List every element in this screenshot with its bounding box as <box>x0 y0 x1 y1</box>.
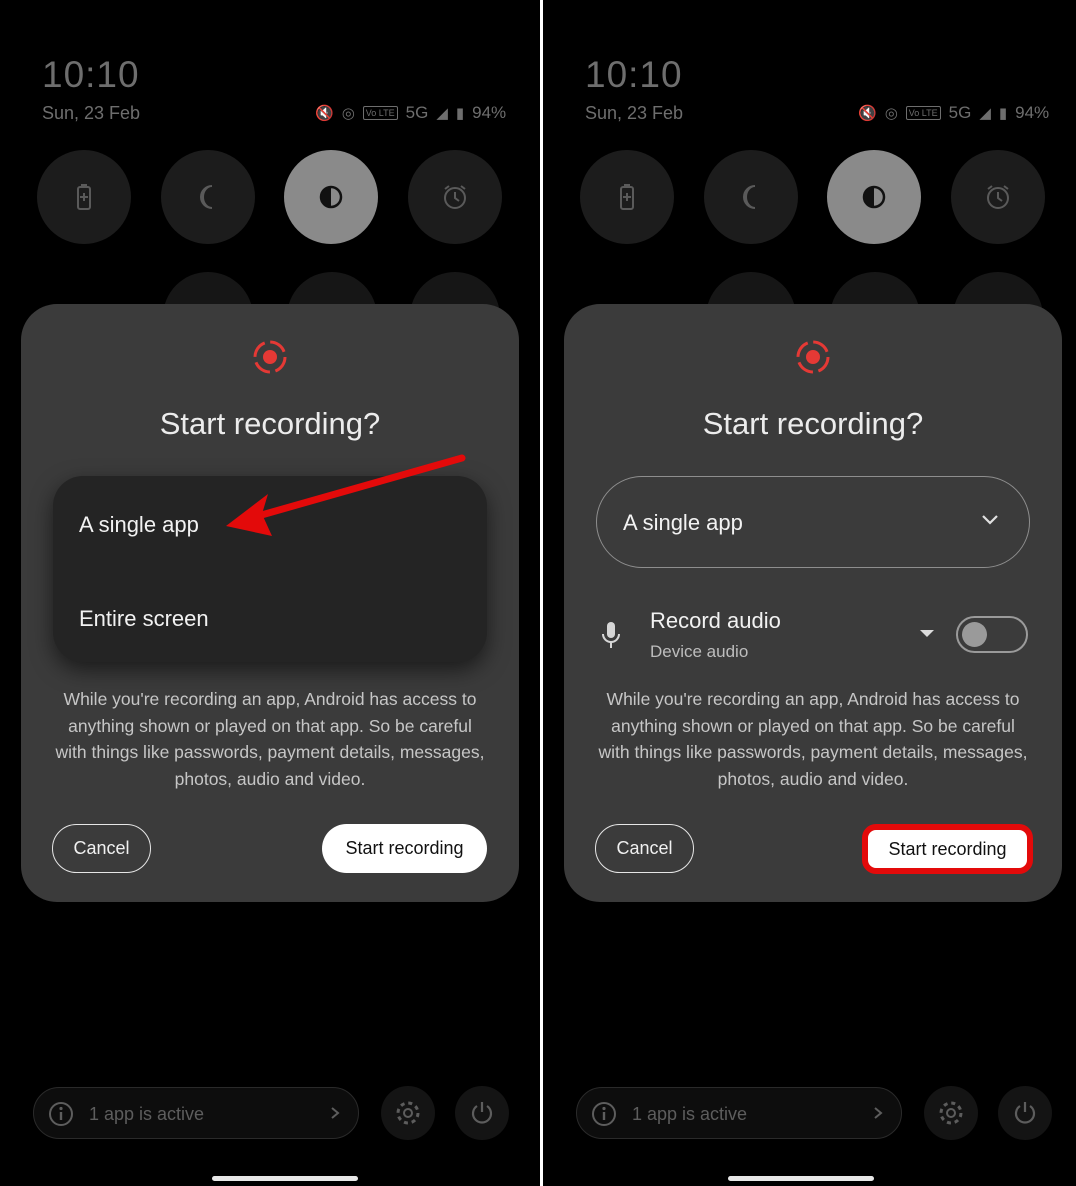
battery-icon: ▮ <box>455 105 465 122</box>
battery-percent: 94% <box>1015 103 1050 122</box>
recording-dialog: Start recording? A single app Entire scr… <box>21 304 519 902</box>
dialog-title: Start recording? <box>159 406 381 441</box>
record-audio-row: Record audio Device audio <box>594 606 1034 666</box>
toggle-knob <box>962 622 987 647</box>
battery-saver-tile[interactable] <box>37 150 131 244</box>
alarm-tile[interactable] <box>408 150 502 244</box>
battery-icon: ▮ <box>998 105 1008 122</box>
left-screenshot-panel: 10:10 Sun, 23 Feb 🔇 ◎ Vo LTE 5G ◢ ▮ 94% … <box>0 0 540 1186</box>
status-icons: 🔇 ◎ Vo LTE 5G ◢ ▮ 94% <box>315 103 506 123</box>
settings-button[interactable] <box>924 1086 978 1140</box>
chevron-right-icon <box>331 1107 340 1119</box>
dark-mode-tile[interactable] <box>284 150 378 244</box>
battery-saver-tile[interactable] <box>580 150 674 244</box>
alarm-icon <box>444 185 466 209</box>
power-icon <box>1014 1102 1036 1124</box>
power-icon <box>471 1102 493 1124</box>
privacy-warning: While you're recording an app, Android h… <box>598 689 1028 789</box>
dark-mode-icon <box>319 185 343 209</box>
network-label: 5G <box>948 103 972 122</box>
active-apps-label: 1 app is active <box>632 1104 748 1124</box>
recording-dialog: Start recording? A single app Record aud… <box>564 304 1062 902</box>
dialog-title: Start recording? <box>702 406 924 441</box>
record-audio-toggle[interactable] <box>956 616 1028 653</box>
active-apps-pill[interactable]: 1 app is active <box>576 1087 902 1139</box>
option-entire-screen[interactable]: Entire screen <box>79 606 209 632</box>
active-apps-pill[interactable]: 1 app is active <box>33 1087 359 1139</box>
clock-time: 10:10 <box>585 54 683 95</box>
capture-mode-dropdown[interactable]: A single app <box>596 476 1030 568</box>
selected-capture-mode: A single app <box>623 510 743 535</box>
hotspot-icon: ◎ <box>341 105 355 122</box>
screen-record-icon <box>796 340 830 374</box>
battery-saver-icon <box>77 184 91 210</box>
screen-record-icon <box>253 340 287 374</box>
gear-icon <box>939 1101 963 1125</box>
start-recording-button[interactable]: Start recording <box>322 824 487 873</box>
signal-icon: ◢ <box>436 105 448 122</box>
network-label: 5G <box>405 103 429 122</box>
status-date: Sun, 23 Feb <box>42 103 141 123</box>
power-button[interactable] <box>998 1086 1052 1140</box>
audio-source-dropdown-icon[interactable] <box>920 630 934 637</box>
settings-button[interactable] <box>381 1086 435 1140</box>
start-recording-label: Start recording <box>876 832 1019 866</box>
dark-mode-tile[interactable] <box>827 150 921 244</box>
microphone-icon <box>602 622 620 648</box>
night-mode-tile[interactable] <box>704 150 798 244</box>
night-mode-icon <box>200 185 213 209</box>
home-indicator[interactable] <box>212 1176 358 1181</box>
cancel-button[interactable]: Cancel <box>52 824 151 873</box>
hotspot-icon: ◎ <box>884 105 898 122</box>
active-apps-label: 1 app is active <box>89 1104 205 1124</box>
power-button[interactable] <box>455 1086 509 1140</box>
chevron-right-icon <box>874 1107 883 1119</box>
start-recording-button[interactable]: Start recording <box>862 824 1033 874</box>
audio-source-label: Device audio <box>650 642 749 661</box>
alarm-icon <box>987 185 1009 209</box>
right-screenshot-panel: 10:10 Sun, 23 Feb 🔇 ◎ Vo LTE 5G ◢ ▮ 94% … <box>543 0 1076 1186</box>
info-icon <box>49 1102 73 1126</box>
info-icon <box>592 1102 616 1126</box>
status-icons: 🔇 ◎ Vo LTE 5G ◢ ▮ 94% <box>858 103 1049 123</box>
night-mode-icon <box>743 185 756 209</box>
volte-icon: Vo LTE <box>905 106 941 120</box>
status-date: Sun, 23 Feb <box>585 103 684 123</box>
battery-percent: 94% <box>472 103 507 122</box>
dark-mode-icon <box>862 185 886 209</box>
signal-icon: ◢ <box>979 105 991 122</box>
battery-saver-icon <box>620 184 634 210</box>
gear-icon <box>396 1101 420 1125</box>
option-single-app[interactable]: A single app <box>79 512 199 538</box>
alarm-tile[interactable] <box>951 150 1045 244</box>
capture-options-menu: A single app Entire screen <box>53 476 487 662</box>
clock-time: 10:10 <box>42 54 140 95</box>
record-audio-label: Record audio <box>650 608 781 633</box>
night-mode-tile[interactable] <box>161 150 255 244</box>
chevron-down-icon <box>982 515 998 525</box>
privacy-warning: While you're recording an app, Android h… <box>55 689 485 789</box>
mute-icon: 🔇 <box>858 105 877 122</box>
mute-icon: 🔇 <box>315 105 334 122</box>
home-indicator[interactable] <box>728 1176 874 1181</box>
volte-icon: Vo LTE <box>362 106 398 120</box>
cancel-button[interactable]: Cancel <box>595 824 694 873</box>
